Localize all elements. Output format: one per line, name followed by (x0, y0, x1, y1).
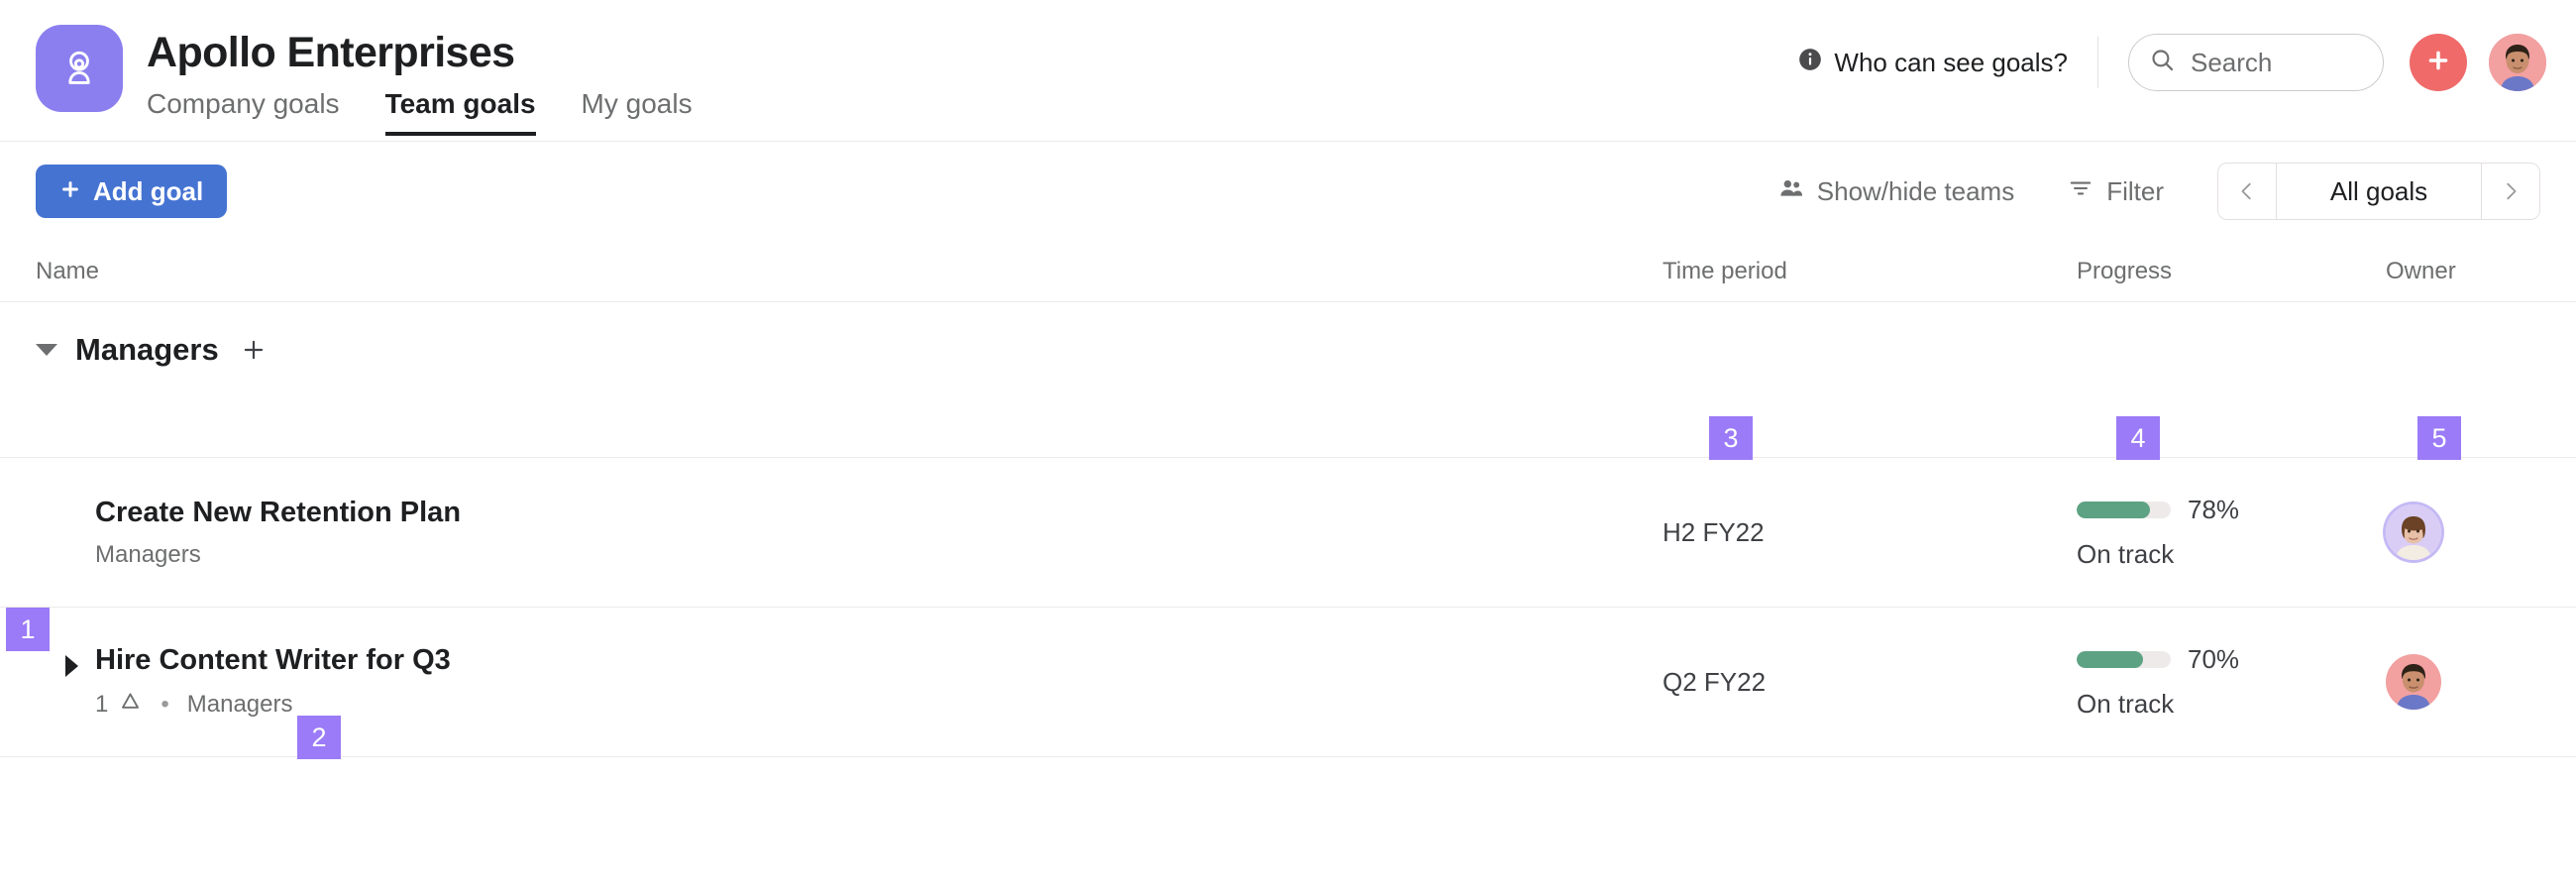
brand-block: Apollo Enterprises Company goals Team go… (0, 0, 693, 136)
goal-period-selector: All goals (2217, 163, 2540, 220)
goal-team-label: Managers (95, 541, 201, 569)
tab-my-goals[interactable]: My goals (582, 87, 693, 136)
add-goal-to-group-button[interactable] (241, 337, 267, 363)
add-goal-label: Add goal (93, 175, 204, 206)
subtitle-separator: • (161, 691, 169, 719)
header-divider (2097, 37, 2098, 88)
group-title: Managers (75, 332, 219, 367)
goal-owner-cell (2386, 654, 2534, 710)
goal-team-label: Managers (186, 691, 293, 719)
tab-company-goals[interactable]: Company goals (147, 87, 340, 136)
quick-add-button[interactable] (2410, 34, 2467, 91)
annotation-marker-5: 5 (2417, 416, 2461, 460)
tab-team-goals[interactable]: Team goals (384, 87, 536, 136)
info-icon (1797, 47, 1823, 79)
subgoal-count: 1 (95, 691, 109, 719)
goal-title[interactable]: Hire Content Writer for Q3 (95, 643, 451, 678)
search-icon (2149, 47, 2176, 78)
goals-toolbar: Add goal Show/hide teams Filter All goal… (0, 142, 2576, 241)
progress-percent: 78% (2188, 495, 2240, 524)
owner-avatar-female (2386, 504, 2441, 560)
goal-progress-cell: 78% On track (2077, 495, 2386, 570)
goal-progress-cell: 70% On track (2077, 644, 2386, 720)
person-badge-icon (36, 25, 123, 112)
goals-page: Apollo Enterprises Company goals Team go… (0, 0, 2576, 892)
page-title: Apollo Enterprises (147, 29, 515, 76)
who-can-see-goals-label: Who can see goals? (1834, 47, 2068, 77)
goal-time-period[interactable]: H2 FY22 (1663, 517, 2077, 548)
plus-icon (244, 340, 263, 360)
account-avatar[interactable] (2489, 34, 2546, 91)
progress-bar-fill (2077, 651, 2143, 668)
plus-icon (59, 176, 81, 207)
annotation-marker-2: 2 (297, 716, 341, 759)
avatar[interactable] (2386, 654, 2441, 710)
goal-subtitle: Managers (95, 541, 461, 569)
caret-down-icon[interactable] (36, 344, 57, 356)
user-avatar (2489, 34, 2546, 91)
plus-icon (2424, 47, 2452, 79)
toolbar-right-controls: Show/hide teams Filter All goals (1778, 163, 2540, 220)
filter-icon (2068, 175, 2093, 208)
table-column-headers: Name Time period Progress Owner (0, 241, 2576, 302)
add-goal-button[interactable]: Add goal (36, 165, 228, 218)
table-bottom-divider (0, 756, 2576, 757)
filter-label: Filter (2106, 175, 2164, 206)
chevron-right-icon[interactable] (2482, 164, 2539, 219)
group-header-managers: Managers (0, 302, 2576, 397)
top-bar-right: Who can see goals? Search (1797, 30, 2546, 95)
filter-button[interactable]: Filter (2068, 175, 2164, 208)
avatar[interactable] (2386, 504, 2441, 560)
status-badge[interactable]: On track (2077, 689, 2386, 720)
goal-triangle-icon (118, 689, 143, 721)
goal-selector-label[interactable]: All goals (2276, 164, 2482, 219)
top-bar: Apollo Enterprises Company goals Team go… (0, 0, 2576, 142)
table-row[interactable]: Create New Retention Plan Managers H2 FY… (0, 457, 2576, 607)
column-header-time-period: Time period (1663, 257, 1787, 284)
goal-scope-tabs: Company goals Team goals My goals (147, 87, 693, 136)
search-placeholder: Search (2191, 47, 2273, 77)
chevron-left-icon[interactable] (2218, 164, 2276, 219)
owner-avatar-male (2386, 654, 2441, 710)
title-column: Apollo Enterprises Company goals Team go… (147, 25, 693, 136)
who-can-see-goals-link[interactable]: Who can see goals? (1797, 47, 2097, 79)
annotation-marker-4: 4 (2116, 416, 2160, 460)
search-input[interactable]: Search (2128, 34, 2384, 91)
progress-bar (2077, 651, 2171, 668)
goal-time-period[interactable]: Q2 FY22 (1663, 667, 2077, 698)
annotation-marker-1: 1 (6, 608, 50, 651)
goal-name-cell: Hire Content Writer for Q3 1 • Managers (36, 643, 1663, 722)
column-header-progress: Progress (2077, 257, 2173, 284)
goal-title[interactable]: Create New Retention Plan (95, 496, 461, 530)
annotation-marker-3: 3 (1709, 416, 1753, 460)
table-row[interactable]: Hire Content Writer for Q3 1 • Managers … (0, 607, 2576, 756)
column-header-owner: Owner (2386, 257, 2456, 284)
caret-right-icon[interactable] (65, 654, 78, 677)
status-badge[interactable]: On track (2077, 539, 2386, 570)
show-hide-teams-label: Show/hide teams (1816, 175, 2015, 206)
goal-owner-cell (2386, 504, 2534, 560)
people-icon (1778, 175, 1804, 208)
show-hide-teams-button[interactable]: Show/hide teams (1778, 175, 2014, 208)
column-header-name: Name (36, 257, 100, 284)
goal-subtitle: 1 • Managers (95, 689, 451, 721)
progress-percent: 70% (2188, 644, 2240, 674)
progress-bar (2077, 502, 2171, 518)
goal-name-cell: Create New Retention Plan Managers (36, 496, 1663, 570)
progress-bar-fill (2077, 502, 2151, 518)
